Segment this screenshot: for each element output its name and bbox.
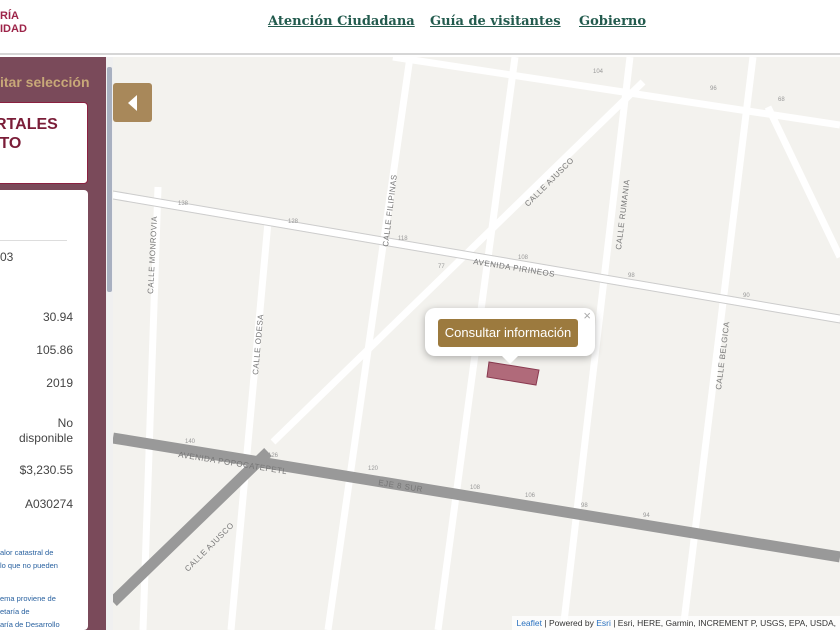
info-value: 2019 xyxy=(46,376,73,390)
property-title-card: RTALES ITO xyxy=(0,102,88,184)
address-number: 128 xyxy=(288,219,299,225)
info-value: A030274 xyxy=(24,497,73,511)
address-number: 118 xyxy=(398,236,408,242)
leaflet-link[interactable]: Leaflet xyxy=(516,618,542,628)
info-value: $3,230.55 xyxy=(19,463,73,477)
calle-ajusco-main xyxy=(113,448,272,606)
info-value: 105.86 xyxy=(36,343,73,357)
consultar-informacion-button[interactable]: Consultar información xyxy=(438,319,578,347)
address-number: 94 xyxy=(643,513,650,519)
address-number: 120 xyxy=(368,466,379,472)
nav-guia-visitantes[interactable]: Guía de visitantes xyxy=(430,14,561,29)
scrollbar-thumb[interactable] xyxy=(107,67,112,292)
address-number: 106 xyxy=(525,493,536,499)
address-number: 104 xyxy=(593,69,604,75)
note-text: etaría de xyxy=(0,607,30,616)
property-info-card: 03 30.94 105.86 2019 No disponible $3,23… xyxy=(0,190,88,630)
address-number: 138 xyxy=(178,201,189,207)
street-label: CALLE AJUSCO xyxy=(523,156,576,209)
note-text: aría de Desarrollo xyxy=(0,620,60,629)
nav-gobierno[interactable]: Gobierno xyxy=(579,14,646,29)
address-number: 98 xyxy=(581,503,588,509)
divider xyxy=(0,240,67,241)
address-number: 77 xyxy=(438,264,445,270)
property-title: ITO xyxy=(0,135,22,152)
note-text: ema proviene de xyxy=(0,594,56,603)
powered-by: Powered by xyxy=(548,618,594,628)
quitar-seleccion-button[interactable]: itar selección xyxy=(0,74,90,90)
sidebar: itar selección RTALES ITO 03 30.94 105.8… xyxy=(0,57,106,630)
address-number: 126 xyxy=(268,453,279,459)
info-value: No disponible xyxy=(18,416,73,445)
logo-line: IDAD xyxy=(0,23,27,35)
esri-link[interactable]: Esri xyxy=(596,618,611,628)
logo[interactable]: RÍA IDAD xyxy=(0,10,27,36)
street-label: CALLE FILIPINAS xyxy=(381,174,399,247)
address-number: 96 xyxy=(710,86,717,92)
map-attribution: Leaflet | Powered by Esri | Esri, HERE, … xyxy=(512,616,840,630)
note-text: alor catastral de xyxy=(0,548,54,557)
address-number: 108 xyxy=(518,255,529,261)
info-value: 03 xyxy=(0,250,14,264)
header: RÍA IDAD Atención Ciudadana Guía de visit… xyxy=(0,0,840,55)
attribution-sources: Esri, HERE, Garmin, INCREMENT P, USGS, E… xyxy=(617,618,836,628)
address-number: 140 xyxy=(185,439,196,445)
address-number: 68 xyxy=(778,97,785,103)
map-popup: Consultar información × xyxy=(425,308,595,364)
note-text: lo que no pueden xyxy=(0,561,58,570)
selected-parcel xyxy=(486,361,540,386)
logo-line: RÍA xyxy=(0,10,19,22)
nav-atencion-ciudadana[interactable]: Atención Ciudadana xyxy=(268,14,415,29)
sidebar-scrollbar[interactable] xyxy=(106,57,113,630)
close-icon[interactable]: × xyxy=(583,308,591,323)
info-value: 30.94 xyxy=(42,310,73,324)
property-title: RTALES xyxy=(0,116,58,133)
address-number: 98 xyxy=(628,273,635,279)
street-label: CALLE ODESA xyxy=(251,313,265,375)
address-number: 108 xyxy=(470,485,481,491)
address-number: 90 xyxy=(743,293,750,299)
collapse-sidebar-button[interactable] xyxy=(113,83,152,122)
